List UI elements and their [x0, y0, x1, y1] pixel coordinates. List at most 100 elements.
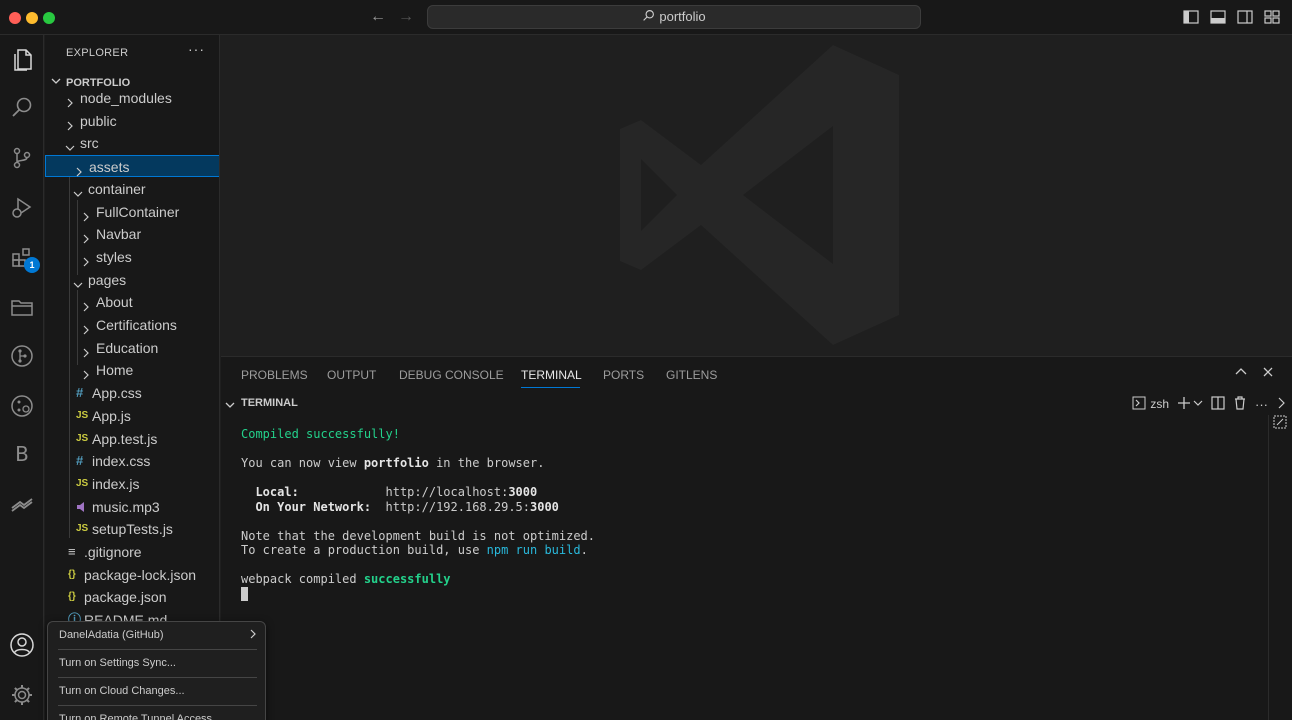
tree-item-label: Education — [96, 339, 159, 356]
tree-item-container[interactable]: container — [45, 178, 219, 200]
terminal-line: You can now view portfolio in the browse… — [241, 456, 545, 470]
tree-item-package-lock-json[interactable]: {} package-lock.json — [45, 564, 219, 586]
tree-item-src[interactable]: src — [45, 132, 219, 154]
tree-item-certifications[interactable]: Certifications — [45, 314, 219, 336]
tree-item-music-mp3[interactable]: music.mp3 — [45, 496, 219, 518]
tab-debug-console[interactable]: DEBUG CONSOLE — [399, 368, 504, 382]
gitlens-icon[interactable] — [8, 342, 36, 370]
panel-tabs: PROBLEMS OUTPUT DEBUG CONSOLE TERMINAL P… — [221, 357, 1292, 391]
command-center-search[interactable]: portfolio — [427, 5, 921, 29]
close-window-button[interactable] — [9, 12, 21, 24]
js-file-icon: JS — [76, 409, 89, 421]
tree-item-label: setupTests.js — [92, 521, 173, 538]
terminal-sparkle-icon[interactable] — [1273, 415, 1287, 432]
tree-item-index-js[interactable]: JS index.js — [45, 473, 219, 495]
terminal-shell-name[interactable]: zsh — [1150, 397, 1169, 411]
css-file-icon: # — [76, 385, 84, 401]
b-extension-icon[interactable]: B — [8, 440, 36, 468]
settings-gear-icon[interactable] — [8, 681, 36, 709]
terminal-line: Local: http://localhost:3000 — [241, 485, 538, 499]
tree-item-node-modules[interactable]: node_modules — [45, 87, 219, 109]
chevron-right-icon — [81, 251, 91, 267]
new-terminal-icon[interactable] — [1177, 396, 1191, 413]
tree-item-styles[interactable]: styles — [45, 246, 219, 268]
tree-item-pages[interactable]: pages — [45, 269, 219, 291]
tree-item-fullcontainer[interactable]: FullContainer — [45, 201, 219, 223]
folder-icon[interactable] — [8, 293, 36, 321]
tree-item-home[interactable]: Home — [45, 359, 219, 381]
forward-arrow-icon[interactable]: → — [398, 8, 414, 26]
terminal-header: TERMINAL zsh ··· — [221, 393, 1292, 415]
maximize-panel-icon[interactable] — [1235, 365, 1247, 381]
tree-item-label: pages — [88, 271, 127, 288]
menu-item-settings-sync[interactable]: Turn on Settings Sync... — [48, 650, 265, 676]
tree-item-label: node_modules — [80, 90, 172, 106]
terminal-shell-icon — [1132, 396, 1146, 413]
tab-output[interactable]: OUTPUT — [327, 368, 376, 382]
customize-layout-icon[interactable] — [1264, 10, 1280, 24]
tree-item-education[interactable]: Education — [45, 337, 219, 359]
run-debug-icon[interactable] — [8, 194, 36, 222]
tree-item-package-json[interactable]: {} package.json — [45, 586, 219, 608]
tab-gitlens[interactable]: GITLENS — [666, 368, 717, 382]
terminal-dropdown-chevron-icon[interactable] — [1193, 397, 1203, 411]
tree-item-navbar[interactable]: Navbar — [45, 223, 219, 245]
menu-item-github-account[interactable]: DanelAdatia (GitHub) — [48, 622, 265, 648]
tree-item-label: music.mp3 — [92, 498, 160, 515]
menu-item-cloud-changes[interactable]: Turn on Cloud Changes... — [48, 678, 265, 704]
chevron-right-icon — [81, 206, 91, 221]
terminal-line: To create a production build, use npm ru… — [241, 543, 588, 557]
accounts-context-menu: DanelAdatia (GitHub) Turn on Settings Sy… — [47, 621, 266, 720]
tree-item-label: package-lock.json — [84, 566, 197, 583]
source-control-icon[interactable] — [8, 144, 36, 172]
tree-item-app-test-js[interactable]: JS App.test.js — [45, 428, 219, 450]
tree-item-app-js[interactable]: JS App.js — [45, 405, 219, 427]
toggle-primary-sidebar-icon[interactable] — [1183, 10, 1199, 24]
tree-item-label: Home — [96, 362, 134, 379]
explorer-icon[interactable] — [8, 46, 36, 74]
tree-item-public[interactable]: public — [45, 110, 219, 132]
tree-item-assets[interactable]: assets — [45, 155, 219, 178]
accounts-icon[interactable] — [8, 631, 36, 659]
maximize-window-button[interactable] — [43, 12, 55, 24]
extensions-badge: 1 — [24, 257, 40, 273]
chevron-right-icon — [81, 364, 91, 380]
terminal-output[interactable]: Compiled successfully! You can now view … — [241, 427, 595, 601]
terminal-line: webpack compiled successfully — [241, 572, 451, 586]
terminal-scrollbar[interactable] — [1268, 415, 1269, 720]
js-file-icon: JS — [76, 477, 89, 489]
menu-item-remote-tunnel[interactable]: Turn on Remote Tunnel Access... — [48, 706, 265, 720]
chevron-down-icon[interactable] — [225, 398, 235, 413]
json-file-icon: {} — [68, 568, 76, 580]
tree-item-gitignore[interactable]: ≡ .gitignore — [45, 541, 219, 563]
close-panel-icon[interactable] — [1262, 365, 1274, 381]
gitlens-inspect-icon[interactable] — [8, 392, 36, 420]
search-icon[interactable] — [8, 94, 36, 122]
tab-ports[interactable]: PORTS — [603, 368, 644, 382]
tree-item-setuptests-js[interactable]: JS setupTests.js — [45, 518, 219, 540]
more-actions-icon[interactable]: ··· — [188, 41, 205, 57]
tree-item-app-css[interactable]: # App.css — [45, 382, 219, 404]
tree-item-label: assets — [89, 159, 130, 176]
tree-item-index-css[interactable]: # index.css — [45, 450, 219, 472]
explorer-sidebar: EXPLORER ··· PORTFOLIO node_modules publi… — [45, 35, 220, 720]
kill-terminal-trash-icon[interactable] — [1233, 395, 1247, 413]
chevron-right-icon — [81, 296, 91, 312]
minimize-window-button[interactable] — [26, 12, 38, 24]
back-arrow-icon[interactable]: ← — [370, 8, 386, 26]
tab-problems[interactable]: PROBLEMS — [241, 368, 308, 382]
chevron-right-icon — [65, 92, 75, 108]
toggle-panel-icon[interactable] — [1210, 10, 1226, 24]
toggle-secondary-sidebar-icon[interactable] — [1237, 10, 1253, 24]
command-center-label: portfolio — [659, 9, 706, 24]
chevron-right-icon — [65, 115, 75, 131]
chevron-right-icon[interactable] — [1276, 397, 1286, 412]
tab-terminal[interactable]: TERMINAL — [521, 368, 582, 382]
live-share-icon[interactable] — [8, 490, 36, 518]
editor-area — [221, 35, 1292, 355]
tree-item-label: package.json — [84, 589, 167, 606]
terminal-more-icon[interactable]: ··· — [1255, 397, 1268, 412]
tree-item-about[interactable]: About — [45, 291, 219, 313]
terminal-line: On Your Network: http://192.168.29.5:300… — [241, 499, 559, 514]
split-terminal-icon[interactable] — [1211, 395, 1225, 413]
